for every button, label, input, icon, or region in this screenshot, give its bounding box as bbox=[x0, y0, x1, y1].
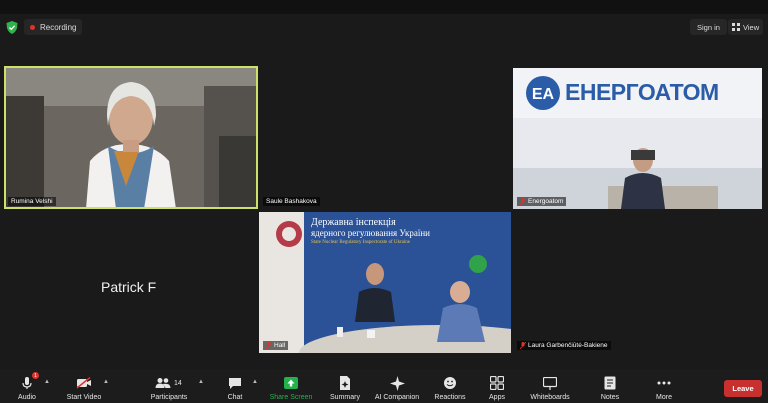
svg-text:EA: EA bbox=[532, 86, 555, 103]
more-button[interactable]: More bbox=[650, 369, 678, 403]
recording-indicator[interactable]: Recording bbox=[24, 19, 83, 35]
notes-icon bbox=[602, 375, 618, 391]
meeting-header bbox=[0, 14, 768, 42]
view-button[interactable]: View bbox=[728, 19, 764, 35]
window-top-strip bbox=[0, 0, 768, 14]
participant-name-label: Energoatom bbox=[517, 197, 567, 206]
ai-companion-sparkle-icon bbox=[389, 375, 405, 391]
reactions-label: Reactions bbox=[434, 394, 466, 401]
participants-label: Participants bbox=[150, 394, 188, 401]
mic-muted-icon bbox=[266, 342, 272, 349]
inspectorate-banner-english: State Nuclear Regulatory Inspectorate of… bbox=[311, 240, 410, 245]
chat-label: Chat bbox=[227, 394, 243, 401]
participant-video bbox=[4, 66, 258, 209]
inspectorate-banner-title: Державна інспекція bbox=[311, 217, 396, 228]
participant-name-label: Rumina Velshi bbox=[8, 197, 56, 206]
apps-button[interactable]: Apps bbox=[484, 369, 510, 403]
notes-label: Notes bbox=[600, 394, 620, 401]
microphone-icon: 1 bbox=[19, 372, 39, 391]
ai-companion-label: AI Companion bbox=[374, 394, 420, 401]
grid-icon bbox=[732, 23, 740, 31]
participants-icon: 14 bbox=[155, 375, 183, 391]
chat-button[interactable]: Chat bbox=[222, 369, 248, 403]
apps-label: Apps bbox=[489, 394, 505, 401]
more-dots-icon bbox=[656, 375, 672, 391]
energoatom-banner-text: ЕНЕРГОАТОМ bbox=[565, 79, 719, 105]
share-screen-button[interactable]: Share Screen bbox=[266, 369, 316, 403]
participant-name-label: Hall bbox=[263, 341, 289, 350]
ai-companion-button[interactable]: AI Companion bbox=[372, 369, 422, 403]
more-label: More bbox=[656, 394, 672, 401]
leave-button[interactable]: Leave bbox=[724, 380, 762, 397]
audio-options-chevron-icon[interactable]: ▲ bbox=[44, 379, 50, 385]
recording-dot-icon bbox=[30, 24, 35, 30]
video-options-chevron-icon[interactable]: ▲ bbox=[103, 379, 109, 385]
share-screen-label: Share Screen bbox=[269, 394, 313, 401]
video-tile-saule-bashakova[interactable]: Saule Bashakova bbox=[259, 66, 511, 209]
share-screen-icon bbox=[283, 375, 299, 391]
participants-options-chevron-icon[interactable]: ▲ bbox=[198, 379, 204, 385]
inspectorate-banner-subtitle: ядерного регулювання України bbox=[311, 228, 430, 238]
audio-button[interactable]: 1 Audio bbox=[12, 369, 42, 403]
summary-icon bbox=[337, 375, 353, 391]
reactions-smiley-icon bbox=[442, 375, 458, 391]
whiteboard-icon bbox=[542, 375, 558, 391]
notes-button[interactable]: Notes bbox=[596, 369, 624, 403]
start-video-button[interactable]: Start Video bbox=[62, 369, 106, 403]
participants-count: 14 bbox=[174, 379, 182, 387]
shield-icon[interactable] bbox=[6, 21, 18, 34]
mic-muted-icon bbox=[520, 342, 526, 349]
summary-label: Summary bbox=[330, 394, 360, 401]
chat-icon bbox=[227, 375, 243, 391]
sign-in-button[interactable]: Sign in bbox=[690, 19, 727, 35]
video-tile-patrick-f[interactable]: Patrick F bbox=[4, 212, 258, 353]
video-tile-laura-garbenciute-bakiene[interactable]: Laura Garbenčiūtė-Bakiene bbox=[513, 212, 762, 353]
video-tile-hall[interactable]: Державна інспекція ядерного регулювання … bbox=[259, 212, 511, 353]
audio-label: Audio bbox=[18, 394, 36, 401]
apps-icon bbox=[489, 375, 505, 391]
reactions-button[interactable]: Reactions bbox=[432, 369, 468, 403]
mic-muted-icon bbox=[520, 198, 526, 205]
participant-name-label: Saule Bashakova bbox=[263, 197, 320, 206]
participants-button[interactable]: 14 Participants bbox=[146, 369, 192, 403]
whiteboards-button[interactable]: Whiteboards bbox=[526, 369, 574, 403]
whiteboards-label: Whiteboards bbox=[530, 394, 570, 401]
view-label: View bbox=[743, 22, 760, 32]
recording-label: Recording bbox=[40, 22, 77, 32]
summary-button[interactable]: Summary bbox=[326, 369, 364, 403]
chat-options-chevron-icon[interactable]: ▲ bbox=[252, 379, 258, 385]
start-video-label: Start Video bbox=[66, 394, 102, 401]
participant-name-label: Laura Garbenčiūtė-Bakiene bbox=[517, 341, 611, 350]
participant-display-name: Patrick F bbox=[101, 279, 157, 295]
video-tile-energoatom[interactable]: EA ЕНЕРГОАТОМ Energoatom bbox=[513, 68, 762, 209]
audio-badge: 1 bbox=[32, 372, 39, 379]
video-off-icon bbox=[76, 375, 92, 391]
video-tile-rumina-velshi[interactable]: Rumina Velshi bbox=[4, 66, 258, 209]
